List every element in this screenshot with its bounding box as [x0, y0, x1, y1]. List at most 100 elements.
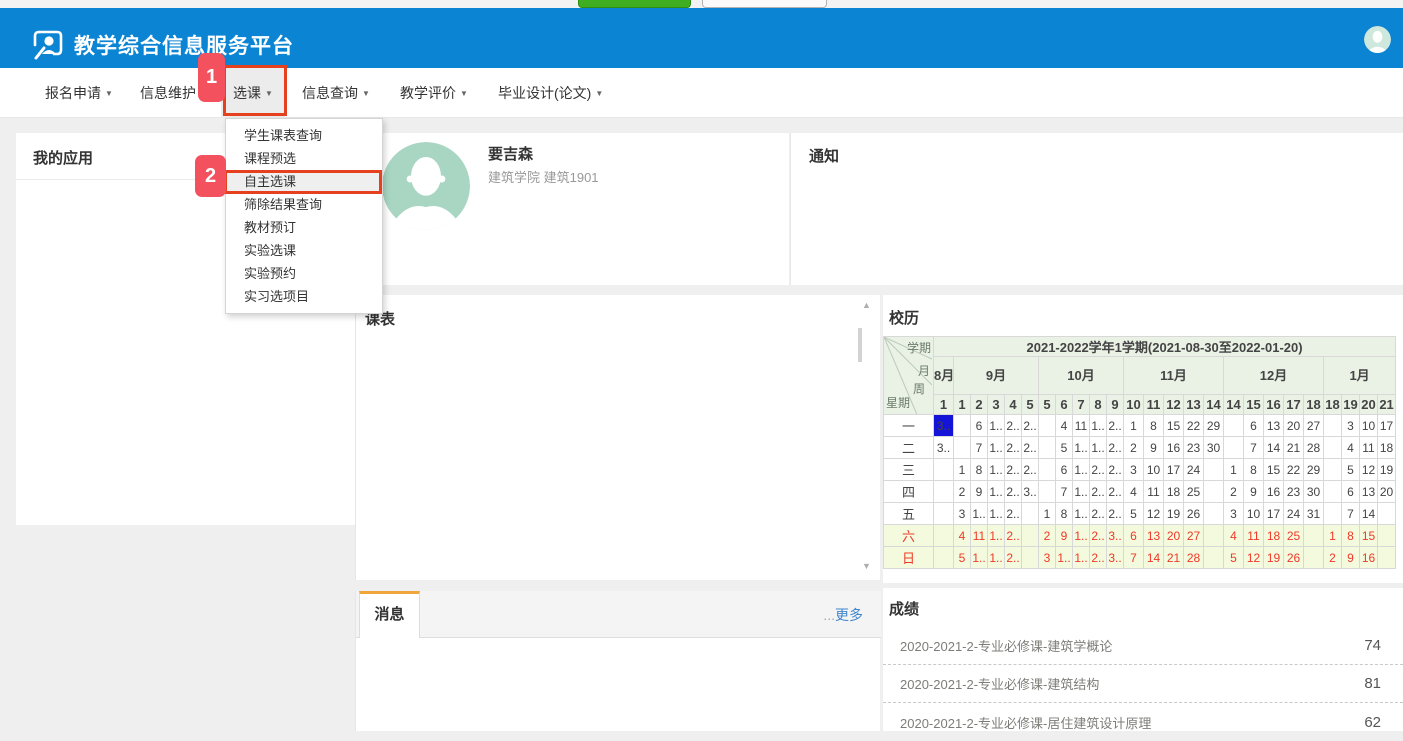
calendar-date-cell: 20 [1284, 415, 1304, 437]
calendar-date-cell: 1.. [988, 459, 1005, 481]
calendar-week-number: 18 [1324, 395, 1342, 415]
nav-item-3[interactable]: 信息查询▼ [302, 68, 370, 118]
calendar-day-label: 六 [884, 525, 934, 547]
grade-row[interactable]: 2020-2021-2-专业必修课-建筑学概论74 [883, 627, 1403, 665]
grade-score: 81 [1364, 675, 1381, 692]
calendar-date-cell: 2.. [1005, 437, 1022, 459]
calendar-week-number: 11 [1144, 395, 1164, 415]
more-dots: ... [823, 607, 835, 623]
calendar-date-cell: 2 [1124, 437, 1144, 459]
calendar-date-cell: 4 [1342, 437, 1360, 459]
calendar-week-number: 13 [1184, 395, 1204, 415]
dropdown-item-1[interactable]: 课程预选 [226, 147, 382, 170]
dropdown-item-4[interactable]: 教材预订 [226, 216, 382, 239]
calendar-date-cell: 9 [1342, 547, 1360, 569]
schedule-panel: 课表 ▲ ▼ [355, 295, 880, 580]
scroll-up-icon[interactable]: ▲ [862, 300, 871, 310]
calendar-date-cell: 18 [1164, 481, 1184, 503]
calendar-date-cell: 2.. [1005, 503, 1022, 525]
calendar-week-number: 14 [1204, 395, 1224, 415]
grade-row[interactable]: 2020-2021-2-专业必修课-居住建筑设计原理62 [883, 703, 1403, 741]
calendar-date-cell [1304, 547, 1324, 569]
calendar-date-cell: 2.. [1107, 437, 1124, 459]
calendar-date-cell: 1 [1124, 415, 1144, 437]
calendar-date-cell: 8 [1342, 525, 1360, 547]
calendar-date-cell: 1.. [1073, 503, 1090, 525]
calendar-date-cell: 6 [971, 415, 988, 437]
calendar-week-number: 6 [1056, 395, 1073, 415]
calendar-date-cell: 12 [1360, 459, 1378, 481]
calendar-date-cell: 12 [1244, 547, 1264, 569]
calendar-date-cell: 8 [1244, 459, 1264, 481]
calendar-date-cell: 17 [1164, 459, 1184, 481]
calendar-date-cell: 11 [1144, 481, 1164, 503]
calendar-date-cell [1378, 525, 1396, 547]
calendar-date-cell: 1 [954, 459, 971, 481]
calendar-week-number: 1 [954, 395, 971, 415]
calendar-date-cell: 2.. [1090, 547, 1107, 569]
dialog-cancel-button[interactable] [702, 0, 827, 8]
nav-item-5[interactable]: 毕业设计(论文)▼ [498, 68, 603, 118]
profile-avatar[interactable] [382, 142, 470, 230]
calendar-date-cell: 14 [1360, 503, 1378, 525]
calendar-day-label: 二 [884, 437, 934, 459]
calendar-date-cell [1224, 415, 1244, 437]
calendar-date-cell: 8 [971, 459, 988, 481]
calendar-date-cell: 2 [954, 481, 971, 503]
dialog-confirm-button[interactable] [578, 0, 691, 8]
chevron-down-icon: ▼ [362, 89, 370, 98]
calendar-date-cell: 1.. [1073, 481, 1090, 503]
chevron-down-icon: ▼ [265, 89, 273, 98]
tab-messages[interactable]: 消息 [359, 591, 420, 638]
grades-title: 成绩 [883, 588, 1403, 619]
scrollbar-thumb[interactable] [858, 328, 862, 362]
calendar-date-cell: 9 [1056, 525, 1073, 547]
calendar-date-cell: 2.. [1090, 503, 1107, 525]
calendar-date-cell: 7 [1244, 437, 1264, 459]
calendar-date-cell: 2.. [1107, 481, 1124, 503]
calendar-date-cell: 2.. [1022, 415, 1039, 437]
nav-item-0[interactable]: 报名申请▼ [45, 68, 113, 118]
user-avatar-icon[interactable] [1364, 26, 1391, 53]
calendar-date-cell [1039, 481, 1056, 503]
dropdown-item-6[interactable]: 实验预约 [226, 262, 382, 285]
calendar-date-cell [1022, 503, 1039, 525]
calendar-date-cell: 2.. [1090, 481, 1107, 503]
calendar-date-cell: 27 [1184, 525, 1204, 547]
calendar-date-cell [1224, 437, 1244, 459]
calendar-date-cell: 9 [1144, 437, 1164, 459]
calendar-date-cell: 1.. [1073, 525, 1090, 547]
calendar-date-cell: 5 [954, 547, 971, 569]
user-name: 要吉森 [488, 143, 533, 164]
calendar-date-cell: 28 [1304, 437, 1324, 459]
calendar-date-cell: 13 [1144, 525, 1164, 547]
calendar-date-cell [1204, 481, 1224, 503]
calendar-date-cell: 19 [1378, 459, 1396, 481]
calendar-date-cell [1039, 459, 1056, 481]
messages-panel: 消息 ...更多 [355, 591, 880, 731]
calendar-date-cell: 2.. [1005, 525, 1022, 547]
calendar-date-cell: 1 [1039, 503, 1056, 525]
dropdown-item-3[interactable]: 筛除结果查询 [226, 193, 382, 216]
grade-row[interactable]: 2020-2021-2-专业必修课-建筑结构81 [883, 665, 1403, 703]
dropdown-item-0[interactable]: 学生课表查询 [226, 124, 382, 147]
dropdown-item-2[interactable]: 自主选课 [226, 170, 382, 193]
calendar-week-number: 18 [1304, 395, 1324, 415]
calendar-date-cell: 5 [1124, 503, 1144, 525]
calendar-date-cell: 23 [1184, 437, 1204, 459]
scroll-down-icon[interactable]: ▼ [862, 561, 871, 571]
nav-item-2[interactable]: 选课▼ [221, 68, 285, 118]
dropdown-item-7[interactable]: 实习选项目 [226, 285, 382, 308]
calendar-panel: 校历 学期月周星期2021-2022学年1学期(2021-08-30至2022-… [883, 295, 1403, 583]
calendar-date-cell: 2.. [1005, 415, 1022, 437]
calendar-month-header: 12月 [1224, 357, 1324, 395]
calendar-day-row: 四291..2..3..71..2..2..411182529162330613… [884, 481, 1396, 503]
step2-badge: 2 [195, 155, 226, 197]
calendar-date-cell: 15 [1164, 415, 1184, 437]
calendar-date-cell [954, 415, 971, 437]
calendar-date-cell: 20 [1378, 481, 1396, 503]
dropdown-item-5[interactable]: 实验选课 [226, 239, 382, 262]
nav-item-4[interactable]: 教学评价▼ [400, 68, 468, 118]
calendar-day-label: 日 [884, 547, 934, 569]
more-link[interactable]: ...更多 [823, 605, 863, 625]
